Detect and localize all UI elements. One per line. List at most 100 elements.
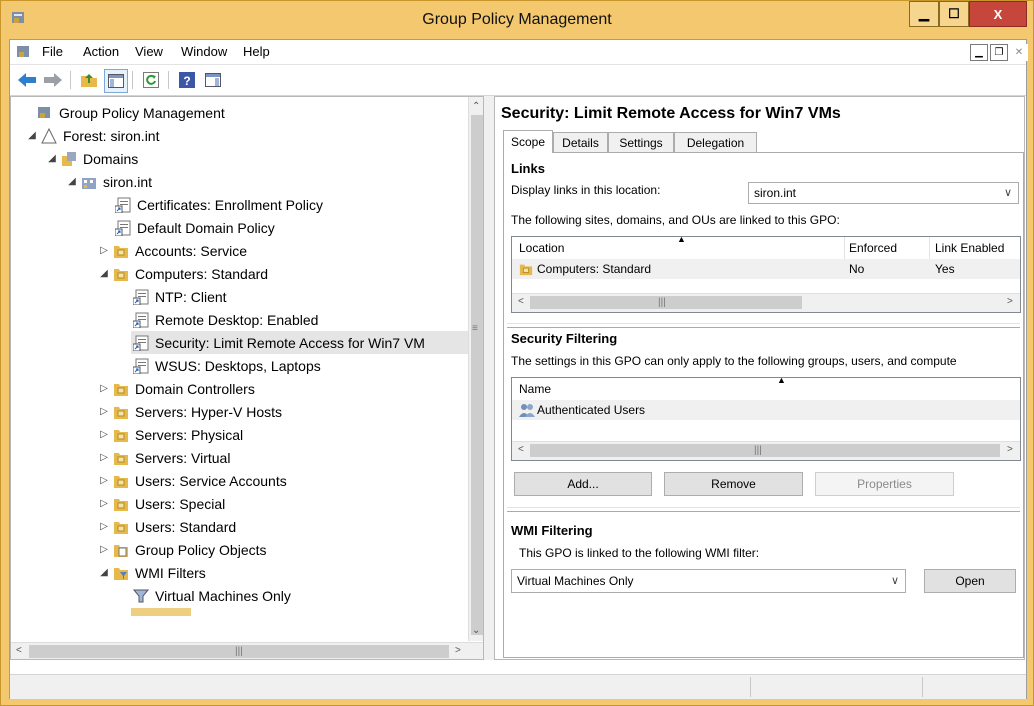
expand-triangle-icon[interactable]: ▷: [97, 245, 111, 256]
table-row[interactable]: Authenticated Users: [512, 400, 1020, 420]
chevron-down-icon: ∨: [1003, 187, 1012, 199]
tab-scope[interactable]: Scope: [503, 130, 553, 153]
collapse-triangle-icon[interactable]: ◢: [65, 176, 79, 187]
column-header-enforced[interactable]: Enforced: [849, 241, 897, 255]
menu-action[interactable]: Action: [83, 44, 119, 59]
properties-button[interactable]: Properties: [815, 472, 954, 496]
collapse-triangle-icon[interactable]: ◢: [25, 130, 39, 141]
show-hide-action-pane-button[interactable]: [202, 69, 224, 91]
links-list[interactable]: Location ▲ Enforced Link Enabled Compute…: [511, 236, 1021, 313]
scroll-right-icon[interactable]: >: [1007, 296, 1013, 307]
column-header-link-enabled[interactable]: Link Enabled: [935, 241, 1004, 255]
mdi-close-button[interactable]: ✕: [1010, 44, 1028, 61]
collapse-triangle-icon[interactable]: ◢: [45, 153, 59, 164]
mdi-system-menu-icon[interactable]: [16, 44, 32, 60]
menu-view[interactable]: View: [135, 44, 163, 59]
scroll-down-icon[interactable]: ⌄: [472, 625, 480, 636]
add-button[interactable]: Add...: [514, 472, 652, 496]
collapse-triangle-icon[interactable]: ◢: [97, 567, 111, 578]
close-button[interactable]: X: [969, 1, 1027, 27]
menu-file[interactable]: File: [42, 44, 63, 59]
tab-settings[interactable]: Settings: [608, 132, 674, 152]
maximize-button[interactable]: ☐: [939, 1, 969, 27]
mdi-minimize-button[interactable]: ▁: [970, 44, 988, 61]
minimize-icon: ▁: [919, 6, 929, 21]
tree-item-ou[interactable]: ▷ Accounts: Service: [97, 239, 247, 262]
tree-item-gpo-link[interactable]: Certificates: Enrollment Policy: [115, 193, 323, 216]
scroll-left-icon[interactable]: <: [518, 444, 524, 455]
expand-triangle-icon[interactable]: ▷: [97, 475, 111, 486]
refresh-button[interactable]: [140, 69, 162, 91]
scroll-right-icon[interactable]: >: [455, 645, 461, 656]
tree-item-domain[interactable]: ◢ siron.int: [65, 170, 152, 193]
tree-item-wmi-filters[interactable]: ◢ WMI Filters: [97, 561, 206, 584]
collapse-triangle-icon[interactable]: ◢: [97, 268, 111, 279]
wmi-folder-icon: [114, 567, 128, 580]
scroll-right-icon[interactable]: >: [1007, 444, 1013, 455]
tree-item-gpo-link[interactable]: WSUS: Desktops, Laptops: [133, 354, 321, 377]
display-links-location-dropdown[interactable]: siron.int ∨: [748, 182, 1019, 204]
column-header-location[interactable]: Location: [519, 241, 564, 255]
pane-splitter[interactable]: [484, 96, 494, 660]
users-group-icon: [519, 404, 535, 417]
expand-triangle-icon[interactable]: ▷: [97, 544, 111, 555]
wmi-filter-dropdown[interactable]: Virtual Machines Only ∨: [511, 569, 906, 593]
expand-triangle-icon[interactable]: ▷: [97, 383, 111, 394]
console-tree[interactable]: Group Policy Management ◢ Forest: siron.…: [10, 96, 484, 660]
tree-item-ou[interactable]: ▷ Servers: Physical: [97, 423, 243, 446]
scroll-up-icon[interactable]: ⌃: [472, 101, 480, 112]
minimize-button[interactable]: ▁: [909, 1, 939, 27]
back-button[interactable]: [16, 69, 38, 91]
details-pane: Security: Limit Remote Access for Win7 V…: [494, 96, 1025, 660]
table-row[interactable]: Computers: Standard No Yes: [512, 259, 1020, 279]
tree-item-label: Accounts: Service: [135, 242, 248, 259]
expand-triangle-icon[interactable]: ▷: [97, 406, 111, 417]
expand-triangle-icon[interactable]: ▷: [97, 429, 111, 440]
links-horizontal-scrollbar[interactable]: < ||| >: [512, 293, 1020, 312]
tree-item-ou[interactable]: ▷ Domain Controllers: [97, 377, 255, 400]
scrollbar-thumb[interactable]: [471, 115, 483, 635]
title-bar[interactable]: Group Policy Management ▁ ☐ X: [1, 1, 1033, 39]
tree-item-gpo-container[interactable]: ▷ Group Policy Objects: [97, 538, 266, 561]
scrollbar-thumb[interactable]: [530, 444, 1000, 457]
security-filtering-list[interactable]: Name ▲ Authenticated Users < ||| >: [511, 377, 1021, 461]
mdi-restore-button[interactable]: ❐: [990, 44, 1008, 61]
forward-button[interactable]: [42, 69, 64, 91]
help-button[interactable]: ?: [176, 69, 198, 91]
tab-delegation[interactable]: Delegation: [674, 132, 757, 152]
tree-vertical-scrollbar[interactable]: ⌃ ≡ ⌄: [468, 97, 483, 641]
scroll-left-icon[interactable]: <: [16, 645, 22, 656]
tree-item-ou[interactable]: ▷ Users: Standard: [97, 515, 236, 538]
tree-item-gpo-link-selected[interactable]: Security: Limit Remote Access for Win7 V…: [131, 331, 468, 354]
security-horizontal-scrollbar[interactable]: < ||| >: [512, 441, 1020, 460]
scroll-left-icon[interactable]: <: [518, 296, 524, 307]
tree-item-label: Users: Standard: [135, 518, 237, 535]
tree-item-wmi-filter[interactable]: Virtual Machines Only: [133, 584, 291, 607]
menu-window[interactable]: Window: [181, 44, 227, 59]
tree-item-gpo-link[interactable]: Remote Desktop: Enabled: [133, 308, 318, 331]
up-one-level-button[interactable]: [78, 69, 100, 91]
menu-help[interactable]: Help: [243, 44, 270, 59]
tree-item-forest[interactable]: ◢ Forest: siron.int: [25, 124, 159, 147]
expand-triangle-icon[interactable]: ▷: [97, 498, 111, 509]
tree-item-gpo-link[interactable]: NTP: Client: [133, 285, 227, 308]
tree-item-ou[interactable]: ▷ Servers: Virtual: [97, 446, 230, 469]
expand-triangle-icon[interactable]: ▷: [97, 452, 111, 463]
tree-item-ou[interactable]: ▷ Users: Special: [97, 492, 225, 515]
open-button[interactable]: Open: [924, 569, 1016, 593]
expand-triangle-icon[interactable]: ▷: [97, 521, 111, 532]
scrollbar-thumb[interactable]: [530, 296, 802, 309]
tree-item-domains[interactable]: ◢ Domains: [45, 147, 138, 170]
remove-button[interactable]: Remove: [664, 472, 803, 496]
tree-item-root[interactable]: Group Policy Management: [21, 101, 225, 124]
scope-tab-page: Links Display links in this location: si…: [503, 152, 1024, 658]
gpo-link-icon: [133, 289, 149, 305]
column-header-name[interactable]: Name: [519, 382, 551, 396]
tree-item-ou[interactable]: ▷ Servers: Hyper-V Hosts: [97, 400, 282, 423]
tree-item-gpo-link[interactable]: Default Domain Policy: [115, 216, 275, 239]
show-hide-tree-button[interactable]: [104, 69, 128, 93]
tree-horizontal-scrollbar[interactable]: < ||| >: [11, 642, 483, 659]
tab-details[interactable]: Details: [553, 132, 608, 152]
tree-item-ou[interactable]: ◢ Computers: Standard: [97, 262, 268, 285]
tree-item-ou[interactable]: ▷ Users: Service Accounts: [97, 469, 287, 492]
